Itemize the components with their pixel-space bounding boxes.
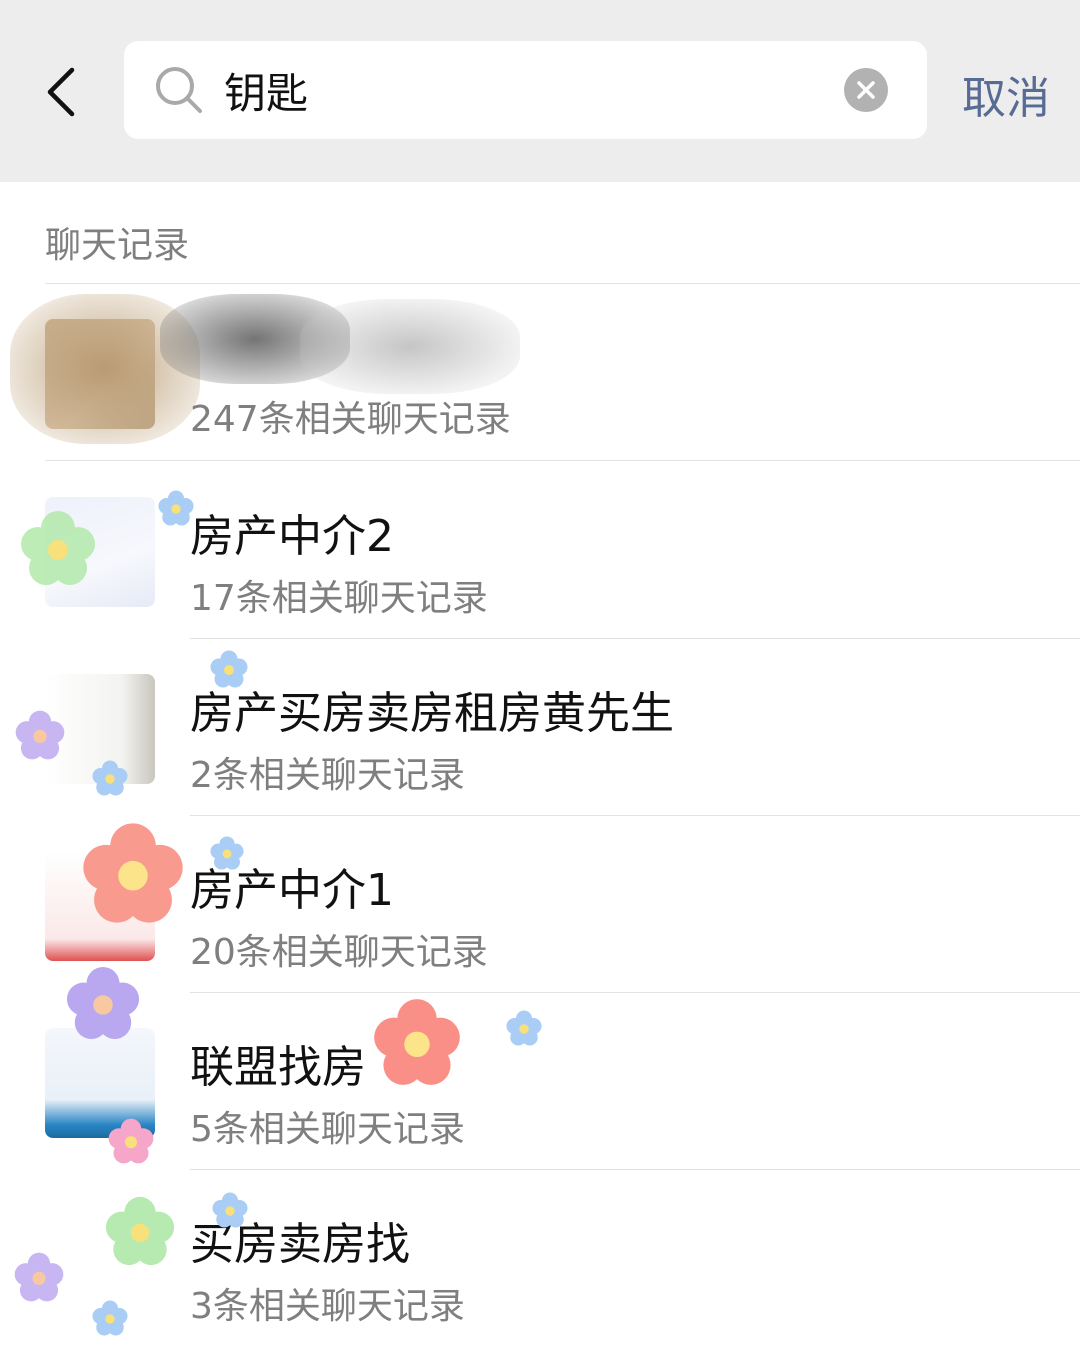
chat-result-item[interactable]: 房产中介2 17条相关聊天记录 <box>0 462 1080 639</box>
chat-result-item[interactable]: 买房卖房找 3条相关聊天记录 <box>0 1170 1080 1347</box>
search-header: 取消 <box>0 0 1080 182</box>
result-name: 联盟找房 <box>190 1042 366 1093</box>
chevron-left-icon <box>47 67 75 117</box>
result-name: 房产中介2 <box>190 511 394 562</box>
cancel-button[interactable]: 取消 <box>962 62 1050 126</box>
avatar <box>45 1205 155 1315</box>
search-box[interactable] <box>124 41 927 139</box>
avatar <box>45 497 155 607</box>
result-count: 5条相关聊天记录 <box>190 1109 465 1150</box>
result-count: 2条相关聊天记录 <box>190 755 465 796</box>
result-name: 房产买房卖房租房黄先生 <box>190 688 674 739</box>
close-icon <box>857 81 875 99</box>
divider <box>45 460 1080 461</box>
chat-result-item[interactable]: 联盟找房 5条相关聊天记录 <box>0 993 1080 1170</box>
result-count: 20条相关聊天记录 <box>190 932 488 973</box>
result-count: 17条相关聊天记录 <box>190 578 488 619</box>
chat-result-item[interactable]: 房产买房卖房租房黄先生 2条相关聊天记录 <box>0 639 1080 816</box>
redaction-scribble <box>300 299 520 394</box>
avatar <box>45 851 155 961</box>
back-button[interactable] <box>38 62 88 122</box>
clear-search-button[interactable] <box>844 68 888 112</box>
result-name: 房产中介1 <box>190 865 394 916</box>
avatar <box>45 1028 155 1138</box>
result-name: 买房卖房找 <box>190 1219 410 1270</box>
section-title: 聊天记录 <box>45 225 190 266</box>
search-input[interactable] <box>224 57 824 123</box>
avatar <box>45 674 155 784</box>
result-count: 3条相关聊天记录 <box>190 1286 465 1327</box>
chat-result-item[interactable]: 房产中介1 20条相关聊天记录 <box>0 816 1080 993</box>
result-count: 247条相关聊天记录 <box>190 399 511 440</box>
chat-result-item[interactable]: 247条相关聊天记录 <box>0 284 1080 461</box>
search-icon <box>156 67 202 113</box>
